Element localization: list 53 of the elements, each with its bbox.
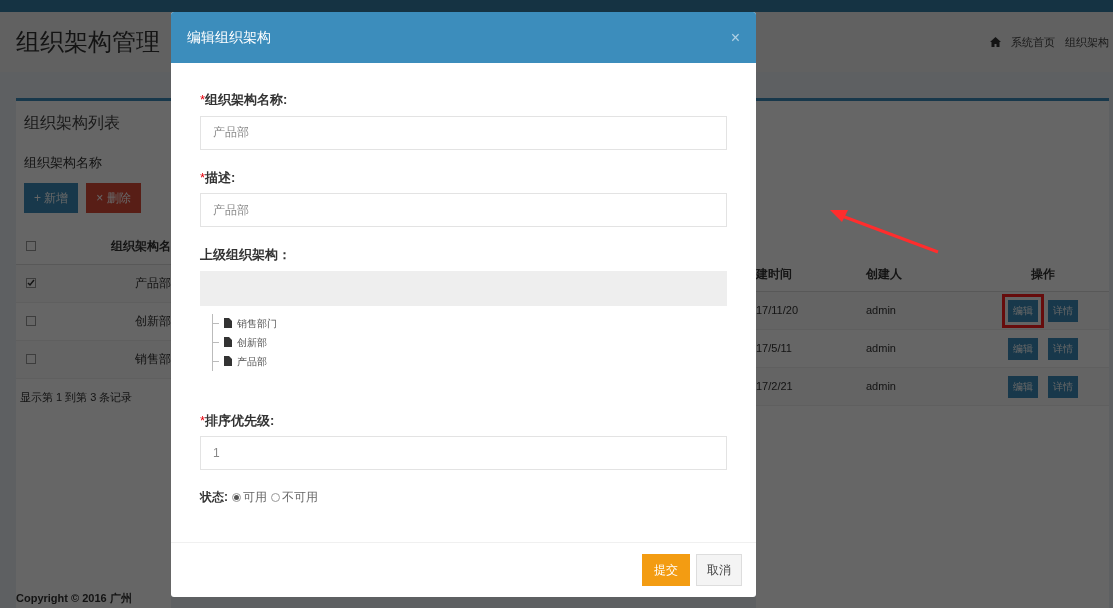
radio-label: 可用	[243, 489, 267, 506]
table-cell-text: 17/11/20	[756, 303, 799, 319]
field-label: 状态:	[200, 489, 228, 506]
home-icon	[990, 37, 1001, 47]
breadcrumb-link[interactable]: 系统首页	[1011, 33, 1055, 51]
column-header: 组织架构名	[111, 238, 171, 255]
action-button[interactable]: 编辑	[1007, 375, 1038, 398]
action-button[interactable]: 详情	[1047, 337, 1078, 360]
required-mark: *	[200, 91, 206, 109]
required-mark: *	[200, 168, 206, 187]
text-field[interactable]: 产品部	[200, 115, 727, 150]
field-label: 上级组织架构：	[200, 246, 291, 264]
panel-title: 组织架构列表	[23, 113, 121, 133]
field-label: 描述:	[205, 168, 236, 187]
column-header: 操作	[1029, 265, 1056, 283]
action-button[interactable]: 详情	[1047, 375, 1078, 398]
checkbox[interactable]	[26, 278, 36, 288]
tree-item[interactable]: 产品部	[237, 353, 267, 369]
table-cell-text: admin	[866, 341, 897, 357]
table-cell-text: admin	[866, 303, 897, 319]
table-cell-text: 销售部	[135, 351, 171, 368]
close-button[interactable]: ×	[730, 25, 740, 50]
tree-item[interactable]: 销售部门	[237, 315, 277, 331]
radio-label: 不可用	[282, 489, 318, 506]
field-label: 排序优先级:	[205, 411, 275, 430]
checkbox[interactable]	[26, 354, 36, 364]
column-header: 建时间	[756, 265, 793, 283]
action-button[interactable]: 详情	[1047, 299, 1078, 322]
text-field[interactable]: 产品部	[200, 193, 727, 227]
action-button[interactable]: 编辑	[1007, 299, 1038, 322]
copyright-text: Copyright © 2016 广州	[16, 590, 133, 606]
text-field[interactable]: 1	[200, 436, 727, 470]
table-cell-text: 17/2/21	[756, 379, 794, 395]
dialog-button[interactable]: 取消	[696, 554, 742, 586]
record-summary: 显示第 1 到第 3 条记录	[19, 389, 134, 405]
dialog-title: 编辑组织架构	[187, 28, 271, 47]
checkbox[interactable]	[26, 241, 36, 251]
table-cell-text: 产品部	[135, 275, 171, 292]
tree-item[interactable]: 创新部	[237, 334, 267, 350]
field-label: 组织架构名称:	[205, 91, 288, 109]
table-cell-text: 创新部	[135, 313, 171, 330]
filter-label: 组织架构名称	[23, 154, 103, 172]
breadcrumb-link[interactable]: 组织架构	[1065, 33, 1109, 51]
toolbar-button[interactable]: × 删除	[86, 182, 141, 213]
required-mark: *	[200, 411, 206, 430]
dialog-button[interactable]: 提交	[642, 554, 690, 586]
table-cell-text: admin	[866, 379, 897, 395]
table-cell-text: 17/5/11	[756, 341, 793, 357]
toolbar-button[interactable]: + 新增	[24, 182, 79, 213]
column-header: 创建人	[866, 265, 903, 283]
action-button[interactable]: 编辑	[1007, 337, 1038, 360]
page-title: 组织架构管理	[16, 27, 160, 57]
checkbox[interactable]	[26, 316, 36, 326]
